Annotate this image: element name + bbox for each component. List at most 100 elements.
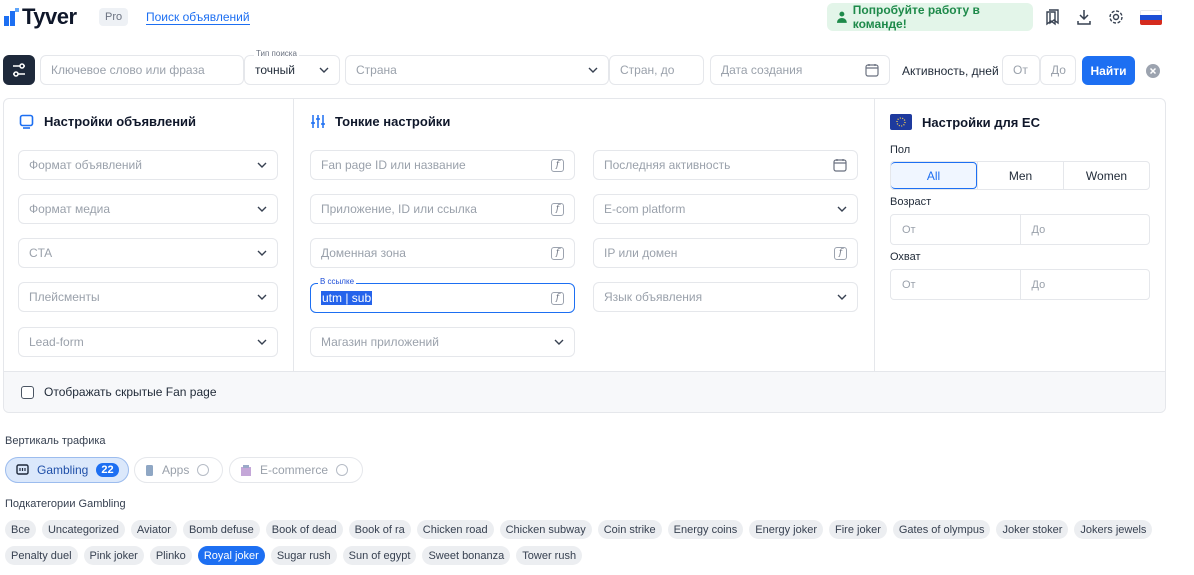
facebook-icon: f [551,246,564,260]
chevron-down-icon [554,339,564,345]
subcategory-tag[interactable]: Uncategorized [41,520,125,539]
app-input[interactable]: Приложение, ID или ссылка f [310,194,575,224]
clear-search-icon[interactable] [1146,64,1160,78]
activity-to-input[interactable]: До [1040,55,1076,85]
subcategory-tag[interactable]: Bomb defuse [182,520,260,539]
vertical-label: Apps [162,463,190,477]
logo-mark-icon [4,8,19,26]
subcategory-tag[interactable]: Book of ra [348,520,411,539]
placements-select[interactable]: Плейсменты [18,282,278,312]
reach-to-input[interactable]: До [1019,270,1150,299]
subcategory-tag[interactable]: Energy coins [667,520,744,539]
logo[interactable]: Tyver [4,4,77,29]
download-icon[interactable] [1075,8,1093,26]
subcategory-tag[interactable]: Gates of olympus [892,520,991,539]
bookmarks-icon[interactable] [1044,8,1062,26]
select-placeholder: Магазин приложений [321,335,439,349]
subcategory-tag[interactable]: Coin strike [597,520,662,539]
select-placeholder: Язык объявления [604,290,703,304]
subcategory-tag[interactable]: Все [5,520,36,539]
subcategory-tag[interactable]: Fire joker [829,520,887,539]
select-placeholder: Плейсменты [29,290,100,304]
filters-toggle-button[interactable] [3,55,35,85]
link-contains-input[interactable]: utm | sub f [310,283,575,313]
country-placeholder: Страна [356,63,397,77]
select-placeholder: CTA [29,246,53,260]
search-type-select[interactable]: точный [244,55,340,85]
domain-zone-input[interactable]: Доменная зона f [310,238,575,268]
subcategory-tag-selected[interactable]: Royal joker [197,546,265,565]
subcategory-tag[interactable]: Joker stoker [996,520,1069,539]
subcategory-row-1: Все Uncategorized Aviator Bomb defuse Bo… [5,520,1185,539]
gender-label: Пол [890,144,911,156]
sliders-icon [13,63,25,77]
gear-icon[interactable] [1107,8,1125,26]
calendar-icon[interactable] [833,158,847,172]
subcategory-tag[interactable]: Penalty duel [5,546,78,565]
last-activity-input[interactable]: Последняя активность [593,150,858,180]
search-type-value: точный [255,63,295,77]
fanpage-input[interactable]: Fan page ID или название f [310,150,575,180]
chevron-down-icon [588,67,598,73]
nav-ad-search[interactable]: Поиск объявлений [146,10,250,25]
created-date-input[interactable]: Дата создания [710,55,890,85]
gender-option-women[interactable]: Women [1063,162,1149,189]
activity-days-label: Активность, дней [902,64,999,78]
gender-option-men[interactable]: Men [977,162,1063,189]
subcategory-tag[interactable]: Energy joker [749,520,824,539]
lead-form-select[interactable]: Lead-form [18,327,278,357]
ad-format-select[interactable]: Формат объявлений [18,150,278,180]
subcategory-tag[interactable]: Plinko [149,546,192,565]
age-range: От До [890,214,1150,245]
age-to-input[interactable]: До [1019,215,1150,244]
show-hidden-fanpages-label: Отображать скрытые Fan page [44,385,217,399]
select-placeholder: E-com platform [604,202,686,216]
reach-label: Охват [890,251,921,263]
vertical-gambling[interactable]: Gambling 22 [5,457,129,483]
select-placeholder: Формат объявлений [29,158,142,172]
subcategory-tag[interactable]: Tower rush [516,546,583,565]
link-contains-label: В ссылке [318,277,357,286]
gender-option-all[interactable]: All [891,162,977,189]
subcategory-tag[interactable]: Chicken road [416,520,494,539]
subcategory-tag[interactable]: Sun of egypt [342,546,417,565]
ip-domain-input[interactable]: IP или домен f [593,238,858,268]
subcategory-tag[interactable]: Sweet bonanza [422,546,511,565]
chevron-down-icon [257,162,267,168]
eu-settings-heading: Настройки для ЕС [890,114,1040,130]
reach-range: От До [890,269,1150,300]
media-format-select[interactable]: Формат медиа [18,194,278,224]
chevron-down-icon [257,206,267,212]
reach-from-input[interactable]: От [891,270,1020,299]
ecom-platform-select[interactable]: E-com platform [593,194,858,224]
keyword-input[interactable]: Ключевое слово или фраза [40,55,244,85]
subcategory-tag[interactable]: Pink joker [83,546,144,565]
facebook-icon: f [551,158,564,172]
app-store-select[interactable]: Магазин приложений [310,327,575,357]
subcategory-tag[interactable]: Jokers jewels [1074,520,1153,539]
subcategory-tag[interactable]: Book of dead [265,520,343,539]
countries-to-input[interactable]: Стран, до [609,55,704,85]
show-hidden-fanpages-toggle[interactable]: Отображать скрытые Fan page [21,385,217,399]
activity-from-input[interactable]: От [1002,55,1040,85]
input-placeholder: Доменная зона [321,246,406,260]
facebook-icon: f [834,246,847,260]
country-select[interactable]: Страна [345,55,609,85]
calendar-icon[interactable] [865,63,879,77]
vertical-ecommerce[interactable]: E-commerce [229,457,363,483]
vertical-apps[interactable]: Apps [134,457,223,483]
language-flag-icon[interactable] [1140,10,1162,25]
input-placeholder: Приложение, ID или ссылка [321,202,477,216]
find-button[interactable]: Найти [1082,56,1135,85]
facebook-icon: f [551,291,564,305]
subcategory-tag[interactable]: Aviator [130,520,177,539]
age-from-input[interactable]: От [891,215,1020,244]
subcategory-tag[interactable]: Sugar rush [270,546,337,565]
eu-settings-title: Настройки для ЕС [922,114,1040,130]
subcategory-tag[interactable]: Chicken subway [499,520,592,539]
fine-settings-heading: Тонкие настройки [311,114,450,129]
team-trial-button[interactable]: Попробуйте работу в команде! [827,3,1033,31]
checkbox[interactable] [21,385,34,399]
cta-select[interactable]: CTA [18,238,278,268]
ad-language-select[interactable]: Язык объявления [593,282,858,312]
